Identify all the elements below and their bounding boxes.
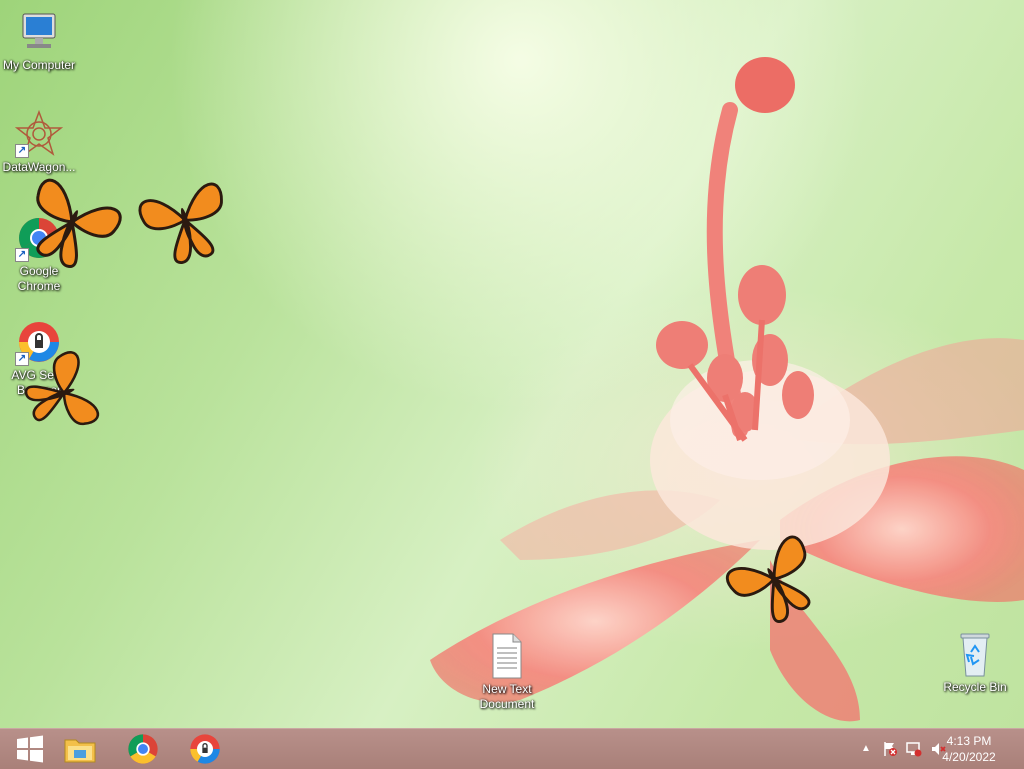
avg-secure-browser-icon	[190, 734, 220, 764]
desktop-icon-datawagon[interactable]: ↗ DataWagon...	[0, 109, 79, 175]
computer-icon	[15, 8, 63, 56]
datawagon-icon: ↗	[14, 109, 64, 158]
system-tray: ▲ 4:13 PM 4/20/2022	[844, 729, 1024, 769]
desktop-icon-label: My Computer	[2, 58, 76, 72]
desktop-icon-recycle-bin[interactable]: Recycle Bin	[935, 630, 1015, 695]
taskbar-file-explorer-button[interactable]	[50, 729, 110, 769]
desktop-icon-my-computer[interactable]: My Computer	[0, 8, 79, 73]
file-explorer-icon	[64, 739, 96, 763]
action-center-flag-icon[interactable]	[882, 741, 898, 757]
taskbar-chrome-button[interactable]	[113, 729, 173, 769]
desktop-icon-new-text-document[interactable]: New Text Document	[467, 632, 547, 712]
desktop-icon-label: Recycle Bin	[943, 680, 1007, 694]
butterfly-icon	[726, 535, 811, 623]
butterfly-icon	[25, 351, 100, 425]
clock-date: 4/20/2022	[942, 750, 996, 764]
windows-logo-icon	[17, 735, 43, 763]
taskbar-avg-secure-browser-button[interactable]	[175, 729, 235, 769]
network-icon[interactable]	[906, 741, 922, 757]
wallpaper-flower	[430, 57, 1024, 722]
show-hidden-icons-arrow[interactable]: ▲	[858, 741, 874, 757]
taskbar-clock[interactable]: 4:13 PM 4/20/2022	[934, 733, 1004, 765]
clock-time: 4:13 PM	[946, 734, 992, 748]
recycle-bin-icon	[951, 630, 999, 678]
chrome-icon	[128, 734, 158, 764]
text-document-icon	[487, 632, 527, 680]
butterfly-icon	[138, 182, 223, 264]
taskbar: ▲ 4:13 PM 4/20/2022	[0, 728, 1024, 769]
desktop[interactable]: My Computer ↗ DataWagon... ↗ Google Chro…	[0, 0, 1024, 728]
butterfly-icon	[36, 178, 122, 268]
desktop-icon-label: New Text Document	[479, 682, 535, 711]
shortcut-arrow-icon: ↗	[15, 144, 29, 158]
